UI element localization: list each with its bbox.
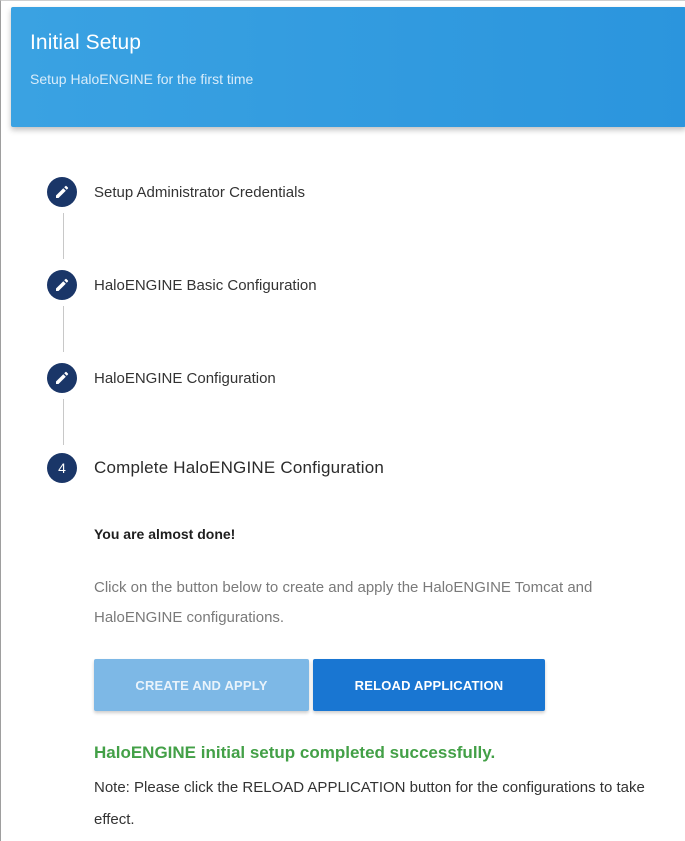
edit-icon: [47, 363, 77, 393]
edit-icon: [47, 177, 77, 207]
step-connector: [63, 213, 64, 259]
step-2[interactable]: HaloENGINE Basic Configuration: [47, 268, 317, 302]
edit-icon: [47, 270, 77, 300]
step-label: HaloENGINE Basic Configuration: [94, 276, 317, 294]
step-3[interactable]: HaloENGINE Configuration: [47, 361, 276, 395]
step-connector: [63, 306, 64, 352]
page-subtitle: Setup HaloENGINE for the first time: [30, 71, 254, 87]
note-text: Note: Please click the RELOAD APPLICATIO…: [94, 779, 645, 828]
step-connector: [63, 399, 64, 445]
reload-application-button[interactable]: RELOAD APPLICATION: [313, 659, 545, 711]
step-heading: You are almost done!: [94, 526, 236, 542]
step-1[interactable]: Setup Administrator Credentials: [47, 175, 305, 209]
step-label: HaloENGINE Configuration: [94, 369, 276, 387]
setup-window: Initial Setup Setup HaloENGINE for the f…: [0, 0, 685, 841]
step-label: Complete HaloENGINE Configuration: [94, 458, 385, 477]
setup-header: Initial Setup Setup HaloENGINE for the f…: [11, 7, 685, 127]
step-description: Click on the button below to create and …: [94, 579, 593, 626]
step-4: 4 Complete HaloENGINE Configuration: [47, 451, 384, 485]
create-and-apply-button[interactable]: CREATE AND APPLY: [94, 659, 309, 711]
page-title: Initial Setup: [30, 31, 142, 54]
success-message: HaloENGINE initial setup completed succe…: [94, 743, 496, 762]
step-number-badge: 4: [47, 453, 77, 483]
step-label: Setup Administrator Credentials: [94, 183, 305, 201]
